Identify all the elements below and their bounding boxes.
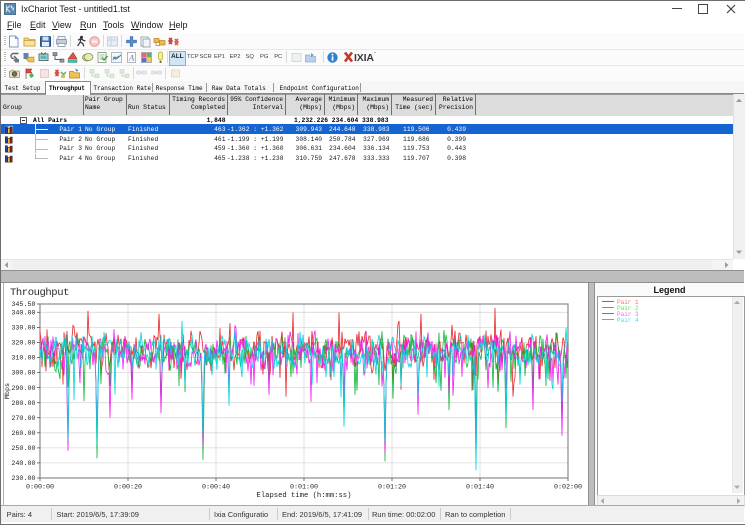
svg-text:330.00: 330.00 [11,325,35,333]
svg-text:A: A [128,52,135,62]
svg-text:230.00: 230.00 [11,475,35,483]
svg-text:0:02:00: 0:02:00 [554,484,582,492]
svg-text:0:01:20: 0:01:20 [378,484,406,492]
svg-text:320.00: 320.00 [11,340,35,348]
svg-text:Mbps: Mbps [4,383,12,399]
svg-text:IXIA: IXIA [354,52,374,63]
svg-text:310.00: 310.00 [11,355,35,363]
svg-text:Elapsed time (h:mm:ss): Elapsed time (h:mm:ss) [257,492,352,500]
svg-text:0:01:40: 0:01:40 [466,484,494,492]
svg-text:0:00:00: 0:00:00 [26,484,54,492]
svg-text:345.50: 345.50 [11,301,35,309]
svg-text:300.00: 300.00 [11,370,35,378]
svg-text:290.00: 290.00 [11,385,35,393]
svg-text:270.00: 270.00 [11,415,35,423]
svg-text:240.00: 240.00 [11,460,35,468]
svg-text:0:01:00: 0:01:00 [290,484,318,492]
svg-text:0:00:20: 0:00:20 [114,484,142,492]
svg-text:250.00: 250.00 [11,445,35,453]
svg-text:0:00:40: 0:00:40 [202,484,230,492]
svg-text:340.00: 340.00 [11,310,35,318]
svg-text:260.00: 260.00 [11,430,35,438]
svg-text:280.00: 280.00 [11,400,35,408]
